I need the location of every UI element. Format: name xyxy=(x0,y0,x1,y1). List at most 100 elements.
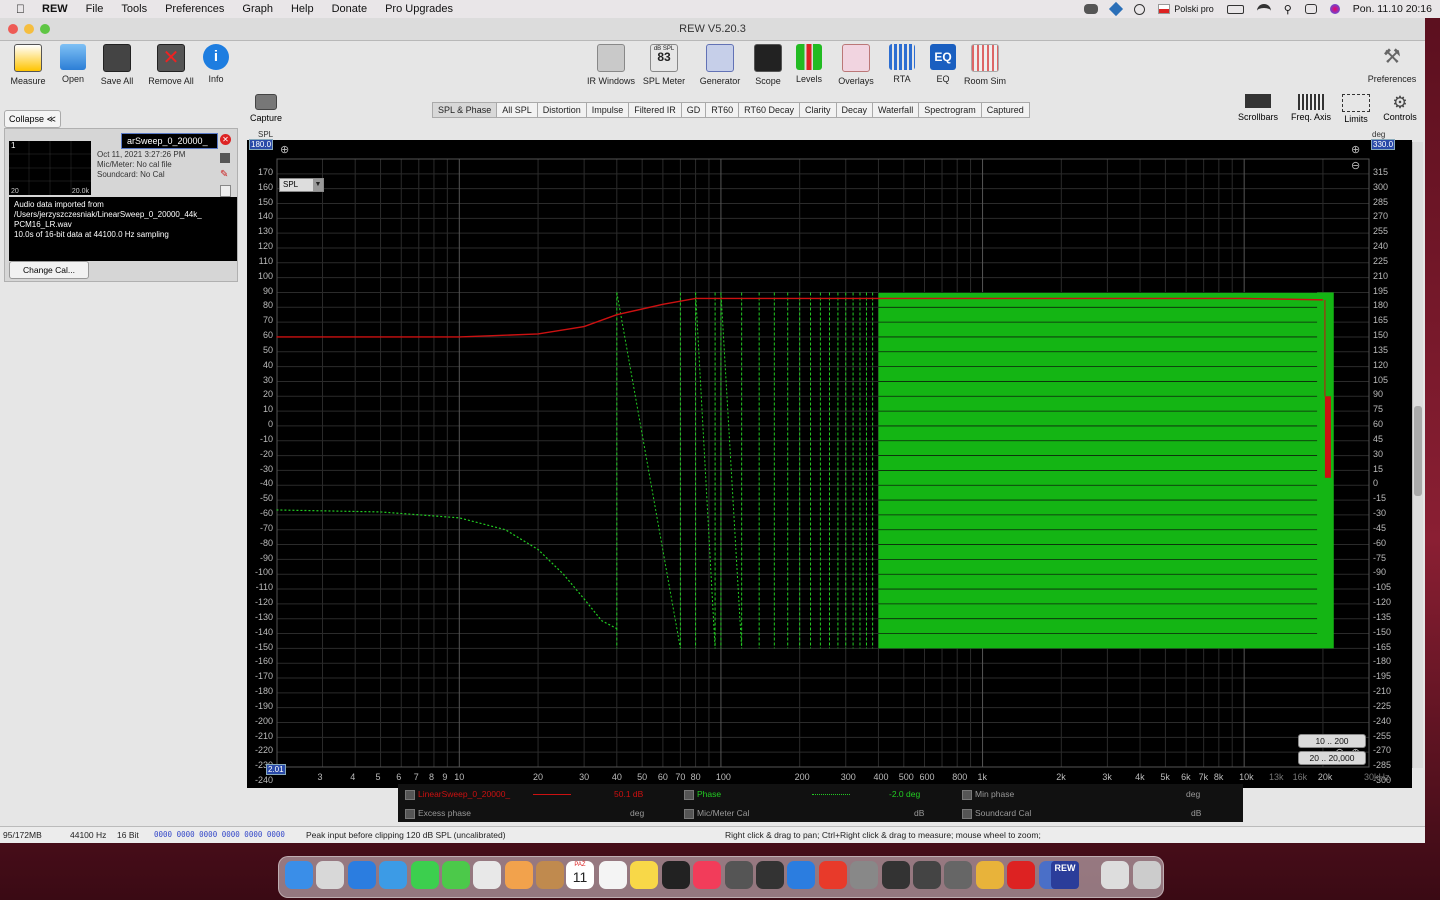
measurement-name-field[interactable]: arSweep_0_20000_ xyxy=(121,133,218,149)
menu-app[interactable]: REW xyxy=(33,3,77,15)
dock-notes-icon[interactable] xyxy=(630,861,659,889)
zoom-window-button[interactable] xyxy=(40,24,50,34)
scrollbar-thumb[interactable] xyxy=(1414,406,1422,496)
menu-preferences[interactable]: Preferences xyxy=(156,3,233,15)
save-measurement-icon[interactable] xyxy=(220,153,230,163)
zoom-in-left-icon[interactable]: ⊕ xyxy=(280,143,289,156)
close-window-button[interactable] xyxy=(8,24,18,34)
dock-calendar[interactable]: PAŹ 11 xyxy=(566,861,594,889)
levels-button[interactable]: Levels xyxy=(783,44,835,84)
controls-button[interactable]: ⚙ Controls xyxy=(1380,94,1420,123)
dock-instruments-icon[interactable] xyxy=(756,861,784,889)
menu-pro-upgrades[interactable]: Pro Upgrades xyxy=(376,3,462,15)
dock-trash-icon[interactable] xyxy=(1132,861,1161,889)
legend-min-phase-checkbox[interactable] xyxy=(962,790,972,800)
siri-icon[interactable] xyxy=(1329,4,1340,14)
preferences-button[interactable]: ⚒ Preferences xyxy=(1364,44,1420,84)
zoom-in-right-icon[interactable]: ⊕ xyxy=(1351,143,1360,156)
tab-rt60-decay[interactable]: RT60 Decay xyxy=(738,102,800,118)
tab-all-spl[interactable]: All SPL xyxy=(496,102,538,118)
dock-terminal-icon[interactable] xyxy=(1101,861,1130,889)
dock-rcc-icon[interactable] xyxy=(1007,861,1036,889)
spl-meter-button[interactable]: dB SPL 83 SPL Meter xyxy=(638,44,690,86)
tab-distortion[interactable]: Distortion xyxy=(536,102,587,118)
play-icon[interactable] xyxy=(1134,3,1146,15)
zoom-out-right-icon[interactable]: ⊖ xyxy=(1351,159,1360,172)
dock-photos-icon[interactable] xyxy=(504,861,533,889)
tab-spectrogram[interactable]: Spectrogram xyxy=(918,102,982,118)
dock-utility-icon[interactable] xyxy=(913,861,941,889)
vertical-scrollbar[interactable] xyxy=(1412,142,1423,768)
tab-captured[interactable]: Captured xyxy=(980,102,1030,118)
menu-help[interactable]: Help xyxy=(282,3,323,15)
zoom-preset-20-20000[interactable]: 20 .. 20,000 xyxy=(1298,751,1366,765)
search-icon[interactable]: ⚲ xyxy=(1284,3,1292,16)
legend-phase-checkbox[interactable] xyxy=(684,790,694,800)
dock-app-contacts-icon[interactable] xyxy=(536,861,565,889)
remove-measurement-icon[interactable]: ✕ xyxy=(220,134,231,145)
dock-audio-icon[interactable] xyxy=(944,861,973,889)
dock-roon-icon[interactable] xyxy=(661,861,690,889)
dock-reminders-icon[interactable] xyxy=(599,861,627,889)
capture-button[interactable]: Capture xyxy=(248,94,284,123)
overlays-button[interactable]: Overlays xyxy=(830,44,882,86)
input-source[interactable]: Polski pro xyxy=(1174,4,1214,14)
info-button[interactable]: i Info xyxy=(190,44,242,84)
tab-clarity[interactable]: Clarity xyxy=(798,102,837,118)
left-top-value[interactable]: 180.0 xyxy=(249,139,274,150)
zoom-preset-10-200[interactable]: 10 .. 200 xyxy=(1298,734,1366,748)
dock-vlc-icon[interactable] xyxy=(975,861,1004,889)
menu-clock[interactable]: Pon. 11.10 20:16 xyxy=(1353,3,1432,15)
limits-button[interactable]: Limits xyxy=(1338,94,1374,124)
battery-icon[interactable] xyxy=(1226,4,1244,14)
legend-spl-checkbox[interactable] xyxy=(405,790,415,800)
control-center-icon[interactable] xyxy=(1304,4,1317,14)
vpn-icon[interactable] xyxy=(1109,1,1124,17)
freq-axis-button[interactable]: Freq. Axis xyxy=(1288,94,1334,122)
tab-waterfall[interactable]: Waterfall xyxy=(872,102,920,118)
menu-donate[interactable]: Donate xyxy=(323,3,376,15)
notes-icon[interactable] xyxy=(220,185,231,197)
dock-finder-icon[interactable] xyxy=(285,861,313,889)
collapse-button[interactable]: Collapse ≪ xyxy=(4,110,61,128)
dock-mail-icon[interactable] xyxy=(379,861,408,889)
x-start-value[interactable]: 2.01 xyxy=(266,764,286,775)
apple-icon[interactable]:  xyxy=(0,2,33,16)
wifi-icon[interactable] xyxy=(1256,4,1271,14)
edit-pencil-icon[interactable]: ✎ xyxy=(220,169,228,180)
dock-settings-icon[interactable] xyxy=(850,861,879,889)
scrollbars-button[interactable]: Scrollbars xyxy=(1236,94,1280,122)
dock-flash-icon[interactable] xyxy=(818,861,847,889)
dock-rew[interactable]: REW xyxy=(1051,861,1079,889)
flag-pl-icon[interactable] xyxy=(1158,4,1171,14)
dock-messages-icon[interactable] xyxy=(442,861,470,889)
room-sim-button[interactable]: Room Sim xyxy=(959,44,1011,86)
legend-mic-cal-checkbox[interactable] xyxy=(684,809,694,819)
tab-impulse[interactable]: Impulse xyxy=(585,102,630,118)
dock-safari-icon[interactable] xyxy=(347,861,376,889)
spl-phase-graph[interactable]: 170 160 150 140 130 120 110 100 90 80 70 60 50 40 30 20… xyxy=(247,139,1412,788)
dock-podcasts-icon[interactable] xyxy=(724,861,753,889)
generator-button[interactable]: Generator xyxy=(694,44,746,86)
menu-graph[interactable]: Graph xyxy=(233,3,282,15)
legend-soundcard-cal-checkbox[interactable] xyxy=(962,809,972,819)
tab-gd[interactable]: GD xyxy=(680,102,707,118)
spl-select[interactable]: SPL ▼ xyxy=(279,178,324,192)
menu-file[interactable]: File xyxy=(77,3,113,15)
measurement-card[interactable]: arSweep_0_20000_ ✕ ✎ 1 20 20.0k Oct 11, … xyxy=(4,128,238,282)
tab-filtered-ir[interactable]: Filtered IR xyxy=(628,102,682,118)
menu-tools[interactable]: Tools xyxy=(112,3,156,15)
right-top-value[interactable]: 330.0 xyxy=(1371,139,1396,150)
graph-canvas[interactable] xyxy=(247,140,1412,788)
dock-app-store-icon[interactable] xyxy=(787,861,816,889)
creative-cloud-icon[interactable] xyxy=(1084,4,1099,14)
tab-rt60[interactable]: RT60 xyxy=(705,102,740,118)
tab-spl-phase[interactable]: SPL & Phase xyxy=(432,102,498,118)
ir-windows-button[interactable]: IR Windows xyxy=(585,44,637,86)
save-all-button[interactable]: Save All xyxy=(91,44,143,86)
dock-facetime-icon[interactable] xyxy=(410,861,439,889)
legend-excess-phase-checkbox[interactable] xyxy=(405,809,415,819)
dock-music-icon[interactable] xyxy=(693,861,722,889)
dock-hearing-icon[interactable] xyxy=(881,861,910,889)
dock-launchpad-icon[interactable] xyxy=(316,861,345,889)
